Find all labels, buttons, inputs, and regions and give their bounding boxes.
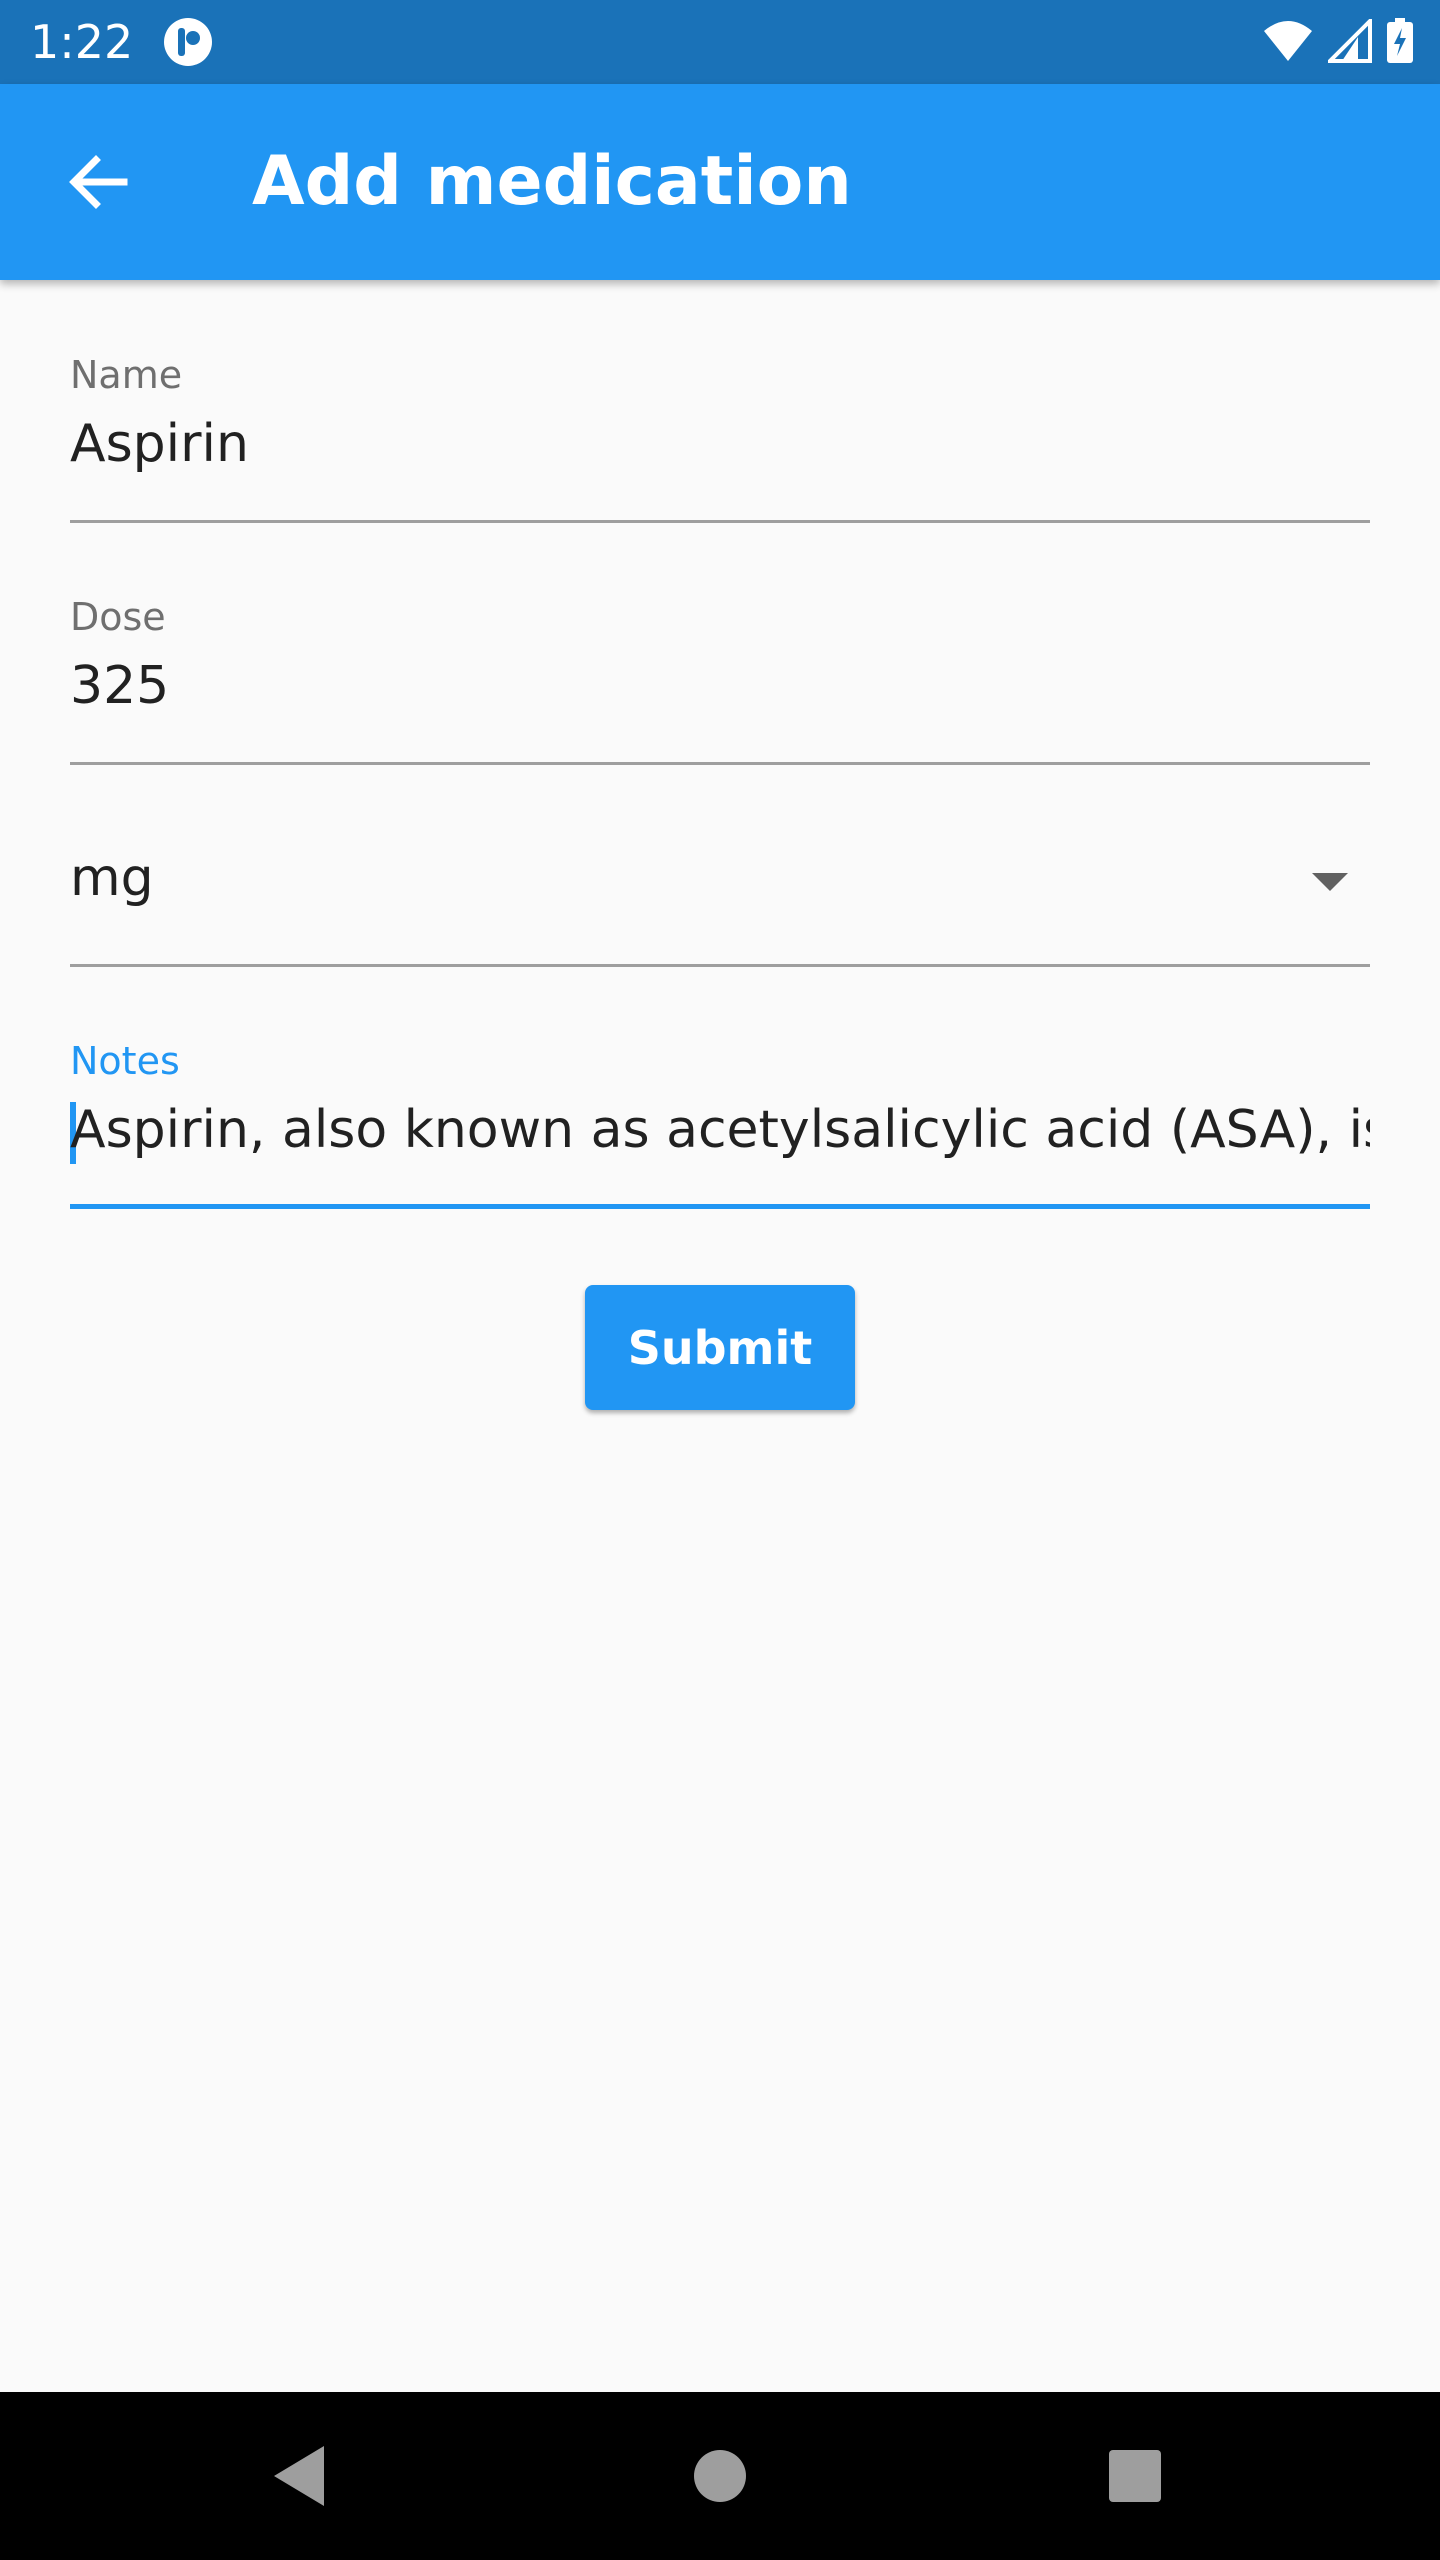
recents-square-icon — [1109, 2450, 1161, 2502]
system-nav-bar — [0, 2392, 1440, 2560]
name-input[interactable]: Aspirin — [70, 412, 1370, 476]
arrow-back-icon — [69, 155, 128, 209]
unit-underline — [70, 964, 1370, 967]
status-bar: 1:22 — [0, 0, 1440, 84]
dose-input[interactable]: 325 — [70, 654, 1370, 718]
dose-underline — [70, 762, 1370, 765]
nav-recents-button[interactable] — [1090, 2436, 1180, 2516]
back-button[interactable] — [50, 142, 146, 222]
status-icons — [1262, 15, 1414, 69]
notes-input[interactable]: Aspirin, also known as acetylsalicylic a… — [70, 1098, 1370, 1162]
nav-back-button[interactable] — [255, 2436, 345, 2516]
dose-field[interactable]: Dose 325 — [70, 592, 1370, 767]
app-bar: Add medication — [0, 84, 1440, 280]
home-circle-icon — [694, 2450, 746, 2502]
nav-home-button[interactable] — [675, 2436, 765, 2516]
notes-label: Notes — [70, 1039, 180, 1083]
submit-button[interactable]: Submit — [585, 1285, 855, 1410]
wifi-icon — [1262, 19, 1314, 68]
notes-field[interactable]: Notes Aspirin, also known as acetylsalic… — [70, 1036, 1370, 1211]
name-underline — [70, 520, 1370, 523]
unit-dropdown[interactable]: mg — [70, 840, 1370, 970]
notes-underline — [70, 1204, 1370, 1209]
name-label: Name — [70, 353, 183, 397]
unit-selected-value: mg — [70, 848, 154, 908]
back-triangle-icon — [274, 2446, 324, 2506]
battery-charging-icon — [1386, 17, 1414, 69]
dropdown-arrow-icon — [1312, 873, 1348, 891]
app-notification-icon — [162, 16, 214, 68]
page-title: Add medication — [252, 142, 852, 221]
name-field[interactable]: Name Aspirin — [70, 350, 1370, 525]
dose-label: Dose — [70, 595, 166, 639]
status-time: 1:22 — [30, 15, 134, 69]
signal-icon — [1325, 15, 1372, 68]
